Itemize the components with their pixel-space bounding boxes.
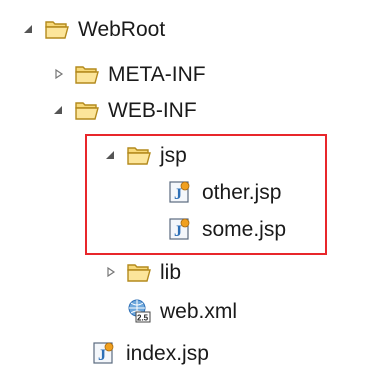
tree-item-meta-inf[interactable]: META-INF: [52, 57, 206, 91]
jsp-file-icon: J: [92, 342, 118, 364]
tree-item-label: lib: [160, 260, 182, 284]
tree-item-label: index.jsp: [126, 341, 209, 365]
folder-icon: [74, 63, 100, 85]
tree-item-label: META-INF: [108, 62, 206, 86]
tree-item-lib[interactable]: lib: [104, 255, 181, 289]
svg-text:J: J: [98, 347, 106, 364]
web-xml-icon: 2.5: [126, 299, 152, 323]
tree-item-web-xml[interactable]: 2.5 web.xml: [126, 294, 237, 328]
collapsed-triangle-icon[interactable]: [104, 265, 118, 279]
folder-icon: [44, 18, 70, 40]
svg-text:2.5: 2.5: [137, 314, 149, 323]
collapsed-triangle-icon[interactable]: [52, 67, 66, 81]
expanded-triangle-icon[interactable]: [22, 22, 36, 36]
tree-item-webroot[interactable]: WebRoot: [22, 12, 165, 46]
highlight-box: [85, 134, 327, 255]
tree-item-index-jsp[interactable]: J index.jsp: [92, 336, 209, 370]
tree-item-label: web.xml: [160, 299, 238, 323]
expanded-triangle-icon[interactable]: [52, 103, 66, 117]
tree-item-web-inf[interactable]: WEB-INF: [52, 93, 197, 127]
folder-icon: [74, 99, 100, 121]
tree-item-label: WEB-INF: [108, 98, 197, 122]
tree-item-label: WebRoot: [78, 17, 166, 41]
folder-icon: [126, 261, 152, 283]
